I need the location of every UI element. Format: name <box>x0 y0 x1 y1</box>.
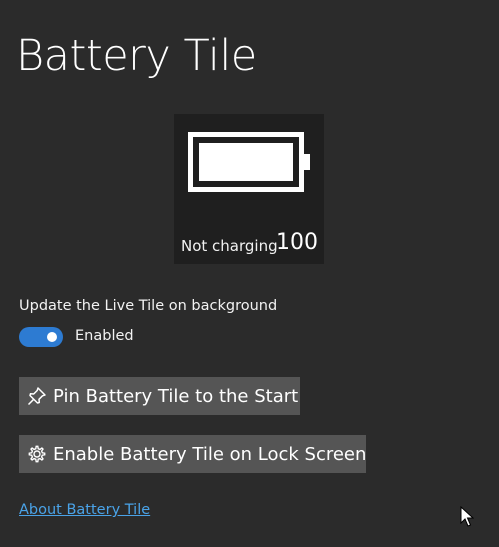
live-tile-setting-label: Update the Live Tile on background <box>19 298 278 314</box>
pin-to-start-label: Pin Battery Tile to the Start <box>53 385 299 407</box>
gear-icon <box>27 444 47 464</box>
battery-percentage: 100 <box>276 230 318 255</box>
battery-icon <box>188 132 310 192</box>
mouse-cursor-icon <box>460 506 474 527</box>
page-title: Battery Tile <box>16 31 257 81</box>
pin-icon <box>27 386 47 406</box>
enable-lock-screen-label: Enable Battery Tile on Lock Screen <box>53 443 367 465</box>
toggle-knob <box>47 332 57 342</box>
battery-live-tile: Not charging 100 <box>174 114 324 264</box>
pin-to-start-button[interactable]: Pin Battery Tile to the Start <box>19 377 300 415</box>
toggle-state-label: Enabled <box>75 328 134 344</box>
battery-level-fill <box>199 143 293 181</box>
about-link[interactable]: About Battery Tile <box>19 502 150 518</box>
charging-status: Not charging <box>181 237 278 255</box>
enable-lock-screen-button[interactable]: Enable Battery Tile on Lock Screen <box>19 435 366 473</box>
live-tile-toggle[interactable] <box>19 327 63 347</box>
